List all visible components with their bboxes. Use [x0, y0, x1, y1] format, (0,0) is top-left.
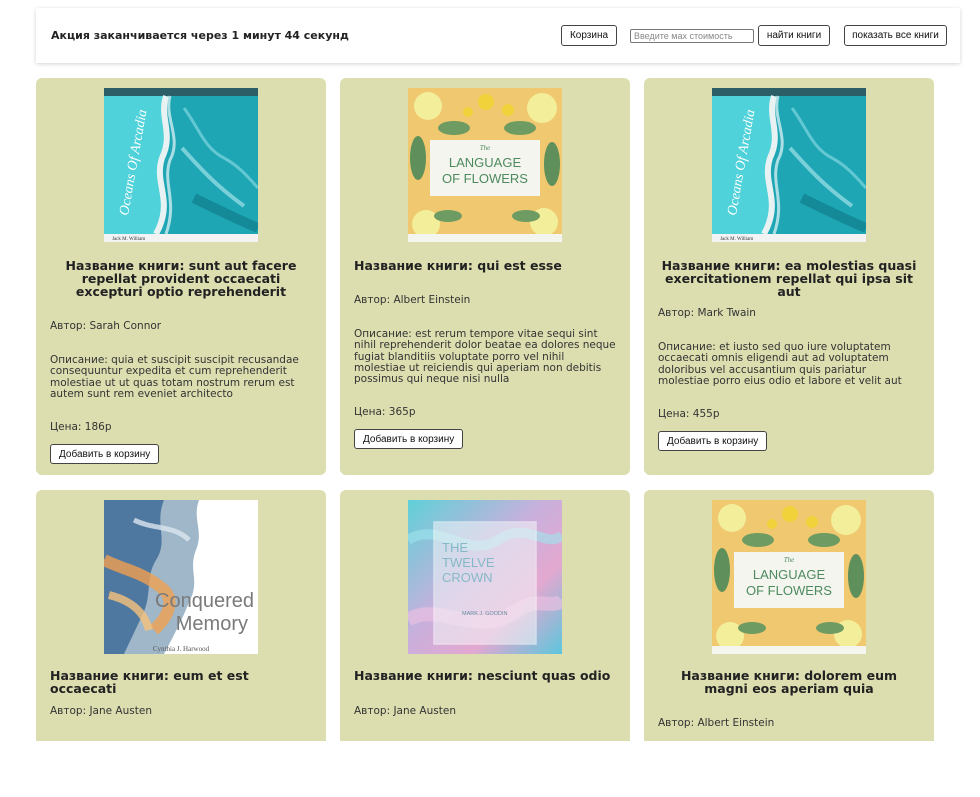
book-cover-image: Jack M. William Oceans Of Arcadia — [712, 88, 866, 242]
book-title: Название книги: ea molestias quasi exerc… — [661, 258, 917, 299]
book-price: Цена: 455р — [658, 408, 720, 420]
book-card: THE TWELVE CROWN MARK J. GOODIN Название… — [340, 490, 630, 741]
book-card: The LANGUAGE OF FLOWERS Название книги: … — [644, 490, 934, 741]
book-card: Conquered Memory Cynthia J. Harwood Назв… — [36, 490, 326, 741]
book-cover-image: The LANGUAGE OF FLOWERS — [712, 500, 866, 654]
cover-author: Jack M. William — [112, 237, 145, 242]
cover-title-line2: Memory — [176, 613, 248, 635]
book-card: Jack M. William Oceans Of Arcadia Назван… — [36, 78, 326, 475]
show-all-books-button[interactable]: показать все книги — [844, 25, 947, 46]
cart-button[interactable]: Корзина — [561, 25, 617, 46]
cover-title-line2: OF FLOWERS — [746, 583, 832, 598]
cover-small-text: The — [480, 144, 491, 152]
book-cover-image: The LANGUAGE OF FLOWERS — [408, 88, 562, 242]
book-price: Цена: 365р — [354, 406, 416, 418]
cover-title-line1: THE — [442, 540, 468, 555]
book-author: Автор: Jane Austen — [50, 705, 152, 717]
cover-title-line1: Conquered — [155, 590, 254, 612]
book-title: Название книги: sunt aut facere repellat… — [65, 258, 297, 299]
book-card: The LANGUAGE OF FLOWERS Название книги: … — [340, 78, 630, 475]
book-author: Автор: Albert Einstein — [354, 294, 471, 306]
book-price: Цена: 186р — [50, 421, 112, 433]
book-title: Название книги: nesciunt quas odio — [354, 668, 611, 683]
book-cover-image: THE TWELVE CROWN MARK J. GOODIN — [408, 500, 562, 654]
cover-author: Jack M. William — [720, 237, 753, 242]
book-author: Автор: Sarah Connor — [50, 320, 162, 332]
book-title: Название книги: dolorem eum magni eos ap… — [680, 668, 898, 696]
add-to-cart-button[interactable]: Добавить в корзину — [50, 444, 160, 464]
book-description: Описание: quia et suscipit suscipit recu… — [50, 354, 299, 400]
book-cover-image: Jack M. William Oceans Of Arcadia — [104, 88, 258, 242]
cover-small-text: The — [784, 556, 795, 564]
add-to-cart-button[interactable]: Добавить в корзину — [354, 429, 464, 449]
book-author: Автор: Jane Austen — [354, 705, 456, 717]
book-card: Jack M. William Oceans Of Arcadia Назван… — [644, 78, 934, 475]
cover-title-line2: TWELVE — [442, 555, 495, 570]
cover-title-line1: LANGUAGE — [449, 155, 522, 170]
cover-title-line2: OF FLOWERS — [442, 171, 528, 186]
book-title: Название книги: eum et est occaecati — [50, 668, 249, 696]
promo-countdown: Акция заканчивается через 1 минут 44 сек… — [51, 29, 349, 42]
add-to-cart-button[interactable]: Добавить в корзину — [658, 431, 768, 451]
find-books-button[interactable]: найти книги — [758, 25, 830, 46]
top-bar: Акция заканчивается через 1 минут 44 сек… — [36, 8, 960, 63]
book-description: Описание: et iusto sed quo iure voluptat… — [658, 341, 902, 387]
book-author: Автор: Albert Einstein — [658, 717, 775, 729]
cover-title-line3: CROWN — [442, 570, 493, 585]
book-description: Описание: est rerum tempore vitae sequi … — [354, 328, 616, 386]
max-price-input[interactable] — [630, 29, 754, 43]
cover-title-line1: LANGUAGE — [753, 567, 826, 582]
book-author: Автор: Mark Twain — [658, 307, 756, 319]
cover-author: Cynthia J. Harwood — [153, 645, 210, 653]
cover-author: MARK J. GOODIN — [462, 611, 508, 617]
book-cover-image: Conquered Memory Cynthia J. Harwood — [104, 500, 258, 654]
book-title: Название книги: qui est esse — [354, 258, 562, 273]
